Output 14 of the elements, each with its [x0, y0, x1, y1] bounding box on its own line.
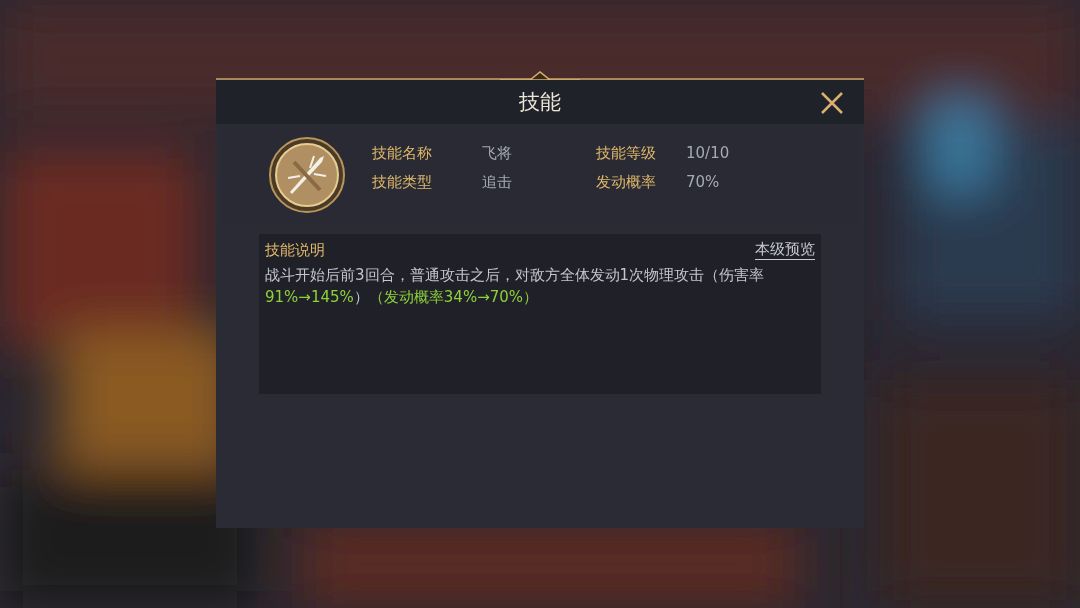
close-icon[interactable] [820, 91, 844, 115]
field-label: 技能类型 [372, 173, 433, 192]
field-value: 70% [686, 173, 721, 192]
section-heading: 技能说明 [265, 240, 325, 260]
field-value: 10/10 [686, 144, 731, 163]
sword-emblem-icon [268, 136, 346, 214]
field-label: 发动概率 [596, 173, 657, 192]
field-label: 技能名称 [372, 144, 433, 163]
field-value: 飞将 [482, 144, 513, 163]
preview-link[interactable]: 本级预览 [755, 240, 815, 260]
field-value: 追击 [482, 173, 513, 192]
field-label: 技能等级 [596, 144, 657, 163]
dialog-title: 技能 [519, 89, 561, 116]
description-text: 战斗开始后前3回合，普通攻击之后，对敌方全体发动1次物理攻击（伤害率 91%→145%）（发动概率34%→70%） [265, 265, 766, 308]
